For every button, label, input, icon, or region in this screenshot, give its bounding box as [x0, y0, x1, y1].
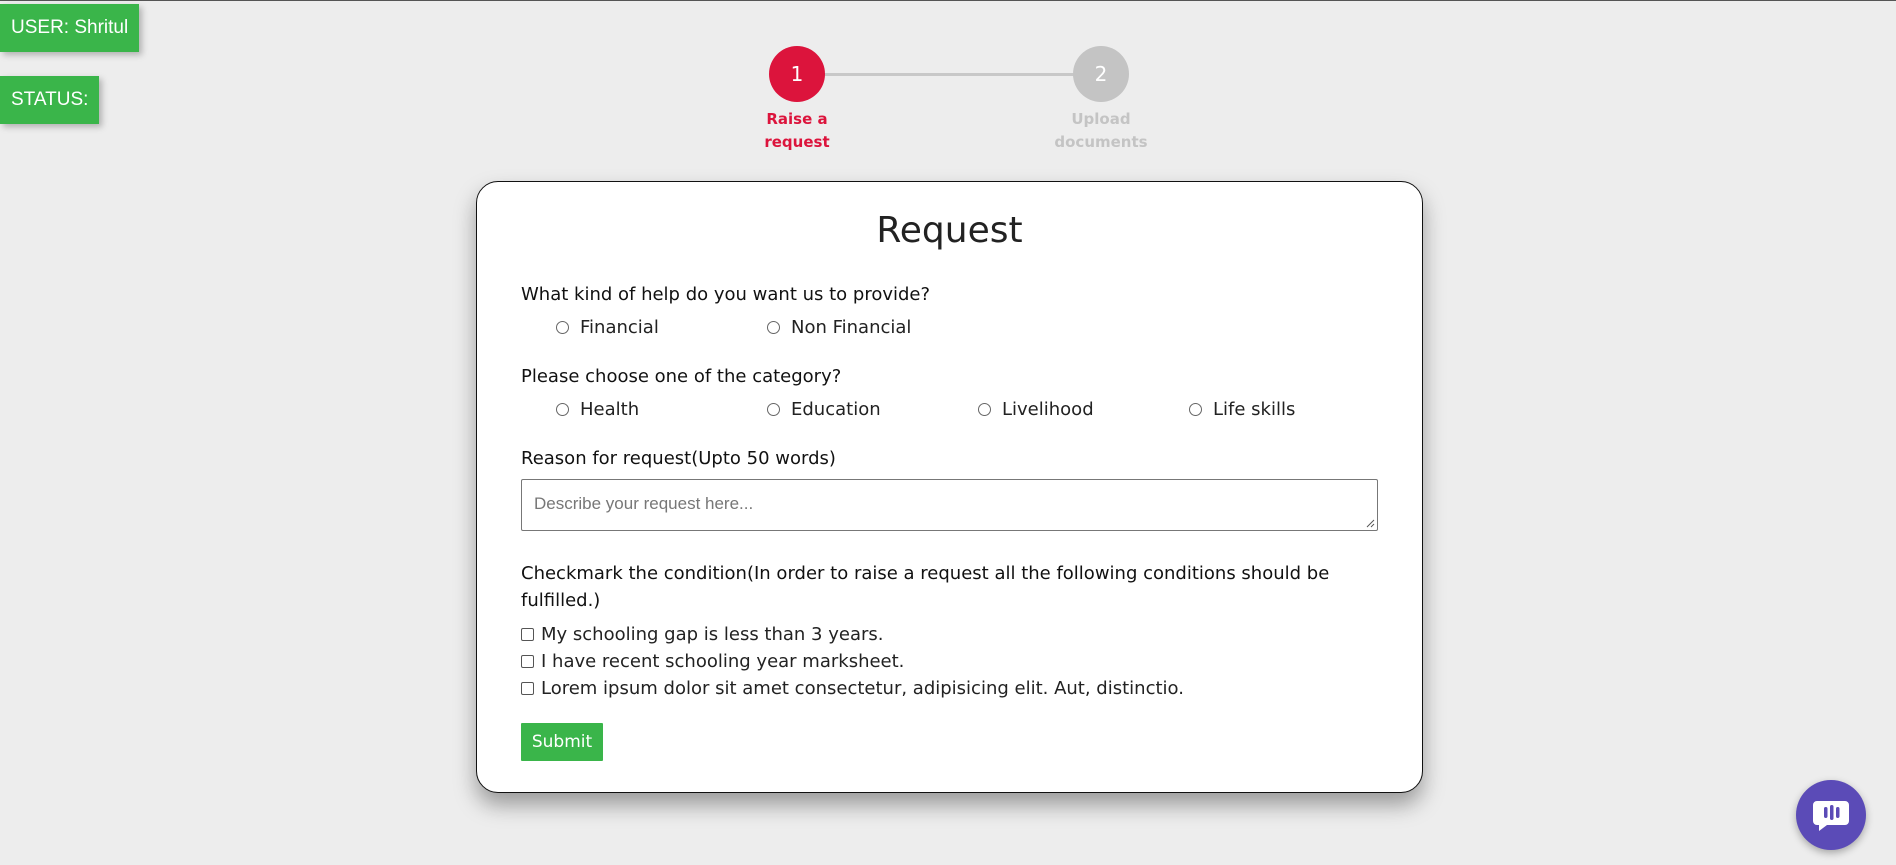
condition-lorem[interactable]: Lorem ipsum dolor sit amet consectetur, … — [521, 678, 1184, 699]
radio-button-icon[interactable] — [1189, 403, 1202, 416]
radio-label: Non Financial — [791, 317, 912, 338]
progress-stepper: 1 Raise a request 2 Upload documents — [720, 46, 1148, 156]
resize-handle-icon[interactable] — [1365, 518, 1375, 528]
radio-button-icon[interactable] — [767, 321, 780, 334]
radio-label: Health — [580, 399, 640, 420]
reason-label: Reason for request(Upto 50 words) — [521, 448, 836, 469]
step-2-circle: 2 — [1073, 46, 1129, 102]
radio-button-icon[interactable] — [978, 403, 991, 416]
radio-financial[interactable]: Financial — [556, 317, 659, 338]
radio-label: Livelihood — [1002, 399, 1094, 420]
condition-label: Lorem ipsum dolor sit amet consectetur, … — [541, 678, 1184, 699]
step-2-label-line1: Upload — [1071, 110, 1131, 128]
radio-education[interactable]: Education — [767, 399, 881, 420]
step-2-label: Upload documents — [1041, 108, 1161, 154]
radio-livelihood[interactable]: Livelihood — [978, 399, 1094, 420]
radio-button-icon[interactable] — [556, 321, 569, 334]
radio-label: Life skills — [1213, 399, 1296, 420]
condition-schooling-gap[interactable]: My schooling gap is less than 3 years. — [521, 624, 883, 645]
status-badge: STATUS: — [0, 76, 100, 124]
top-border — [0, 0, 1896, 1]
checkbox-icon[interactable] — [521, 628, 534, 641]
radio-non-financial[interactable]: Non Financial — [767, 317, 911, 338]
step-raise-request[interactable]: 1 Raise a request — [737, 46, 857, 154]
submit-button[interactable]: Submit — [521, 723, 603, 761]
chat-bubble-icon — [1813, 801, 1849, 831]
radio-button-icon[interactable] — [556, 403, 569, 416]
user-badge: USER: Shritul — [0, 4, 140, 52]
step-2-label-line2: documents — [1054, 133, 1148, 151]
condition-label: My schooling gap is less than 3 years. — [541, 624, 884, 645]
help-options: Financial Non Financial — [477, 317, 1422, 343]
radio-button-icon[interactable] — [767, 403, 780, 416]
chat-button[interactable] — [1796, 780, 1866, 850]
condition-marksheet[interactable]: I have recent schooling year marksheet. — [521, 651, 904, 672]
checkbox-icon[interactable] — [521, 655, 534, 668]
radio-health[interactable]: Health — [556, 399, 639, 420]
radio-label: Education — [791, 399, 881, 420]
step-1-circle: 1 — [769, 46, 825, 102]
checkbox-icon[interactable] — [521, 682, 534, 695]
help-question-label: What kind of help do you want us to prov… — [521, 284, 931, 305]
radio-life-skills[interactable]: Life skills — [1189, 399, 1295, 420]
request-form-card: Request What kind of help do you want us… — [476, 181, 1423, 793]
conditions-title: Checkmark the condition(In order to rais… — [521, 563, 1330, 611]
radio-label: Financial — [580, 317, 659, 338]
condition-label: I have recent schooling year marksheet. — [541, 651, 905, 672]
reason-placeholder: Describe your request here... — [534, 494, 754, 513]
step-1-label-line2: request — [764, 133, 830, 151]
step-1-label-line1: Raise a — [766, 110, 828, 128]
step-1-label: Raise a request — [737, 108, 857, 154]
category-options: Health Education Livelihood Life skills — [477, 399, 1422, 425]
step-upload-documents[interactable]: 2 Upload documents — [1041, 46, 1161, 154]
category-question-label: Please choose one of the category? — [521, 366, 842, 387]
form-title: Request — [876, 210, 1023, 251]
reason-textarea[interactable]: Describe your request here... — [521, 479, 1378, 531]
